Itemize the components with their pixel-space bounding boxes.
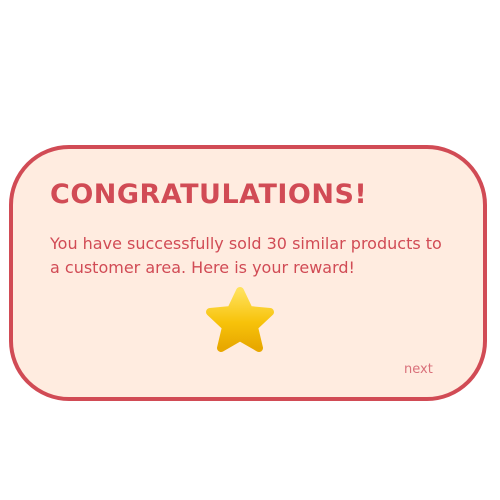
reward-screen: CONGRATULATIONS! You have successfully s… bbox=[0, 0, 500, 500]
dialog-message: You have successfully sold 30 similar pr… bbox=[50, 234, 442, 277]
dialog-title: CONGRATULATIONS! bbox=[50, 179, 368, 210]
next-button[interactable]: next bbox=[404, 362, 433, 378]
star-icon bbox=[206, 287, 274, 352]
